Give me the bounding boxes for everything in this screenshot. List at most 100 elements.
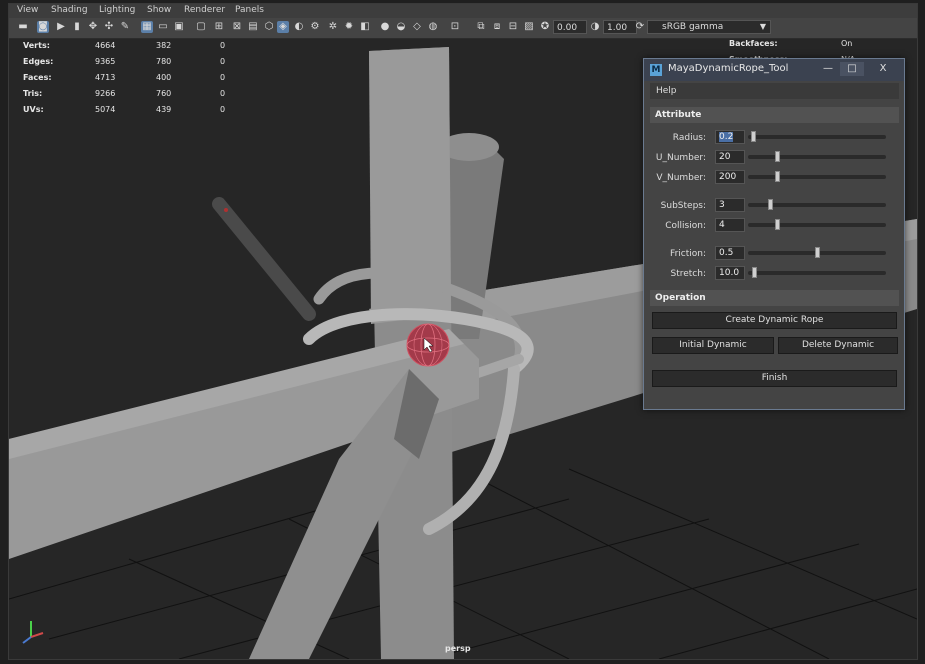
maximize-button[interactable]: □ [840,62,864,76]
smooth-shade-icon[interactable]: ▭ [157,21,169,33]
motion-blur-icon[interactable]: ◒ [395,21,407,33]
chevron-down-icon: ▼ [759,22,766,31]
slider-handle[interactable] [775,171,780,182]
lights-icon[interactable]: ⊞ [213,21,225,33]
slider-handle[interactable] [752,267,757,278]
snap-icon[interactable]: ✣ [103,21,115,33]
screen-space-icon[interactable]: ◧ [359,21,371,33]
thin-stick [212,197,316,321]
slider-handle[interactable] [815,247,820,258]
film-icon[interactable]: ▶ [55,21,67,33]
grid-icon[interactable]: ▤ [247,21,259,33]
gate-icon[interactable]: ⊡ [449,21,461,33]
shadows-icon[interactable]: ⊠ [231,21,243,33]
hud-value: 5074 [95,105,116,114]
radius-value: 0.2 [719,132,734,142]
lighting-icon[interactable]: ⚙ [309,21,321,33]
slider-handle[interactable] [751,131,756,142]
slider-handle[interactable] [768,199,773,210]
hud-label-uvs: UVs: [23,105,44,114]
material-icon[interactable]: ✲ [327,21,339,33]
isolate-icon[interactable]: ◈ [277,21,289,33]
collision-slider[interactable] [748,219,886,230]
collision-value: 4 [719,220,725,230]
u-number-slider[interactable] [748,151,886,162]
slider-handle[interactable] [775,219,780,230]
view-transform-icon[interactable]: ⟳ [634,21,646,33]
friction-label: Friction: [670,249,706,259]
substeps-slider[interactable] [748,199,886,210]
color-space-dropdown[interactable]: sRGB gamma ▼ [647,20,771,34]
antialias-icon[interactable]: ◍ [427,21,439,33]
stretch-value: 10.0 [719,268,740,278]
gamma-field[interactable]: 1.00 [603,20,637,34]
operation-section-header[interactable]: Operation [650,290,899,306]
menu-help[interactable]: Help [656,86,677,96]
menu-shading[interactable]: Shading [51,5,88,15]
close-button[interactable]: X [866,62,900,76]
pencil-icon[interactable]: ✎ [119,21,131,33]
hud-value: 439 [156,105,172,114]
slider-handle[interactable] [775,151,780,162]
u-number-field[interactable]: 20 [715,150,745,164]
friction-slider[interactable] [748,247,886,258]
finish-button[interactable]: Finish [652,370,897,387]
panel-toolbar: ▬ ◙ ▶ ▮ ✥ ✣ ✎ ▦ ▭ ▣ ▢ ⊞ ⊠ ▤ ⬡ ◈ ◐ ⚙ ✲ ✹ … [9,18,917,39]
sphere-icon[interactable]: ● [379,21,391,33]
hud-value: 9365 [95,57,116,66]
menu-view[interactable]: View [17,5,38,15]
stretch-slider[interactable] [748,267,886,278]
hud-label-tris: Tris: [23,89,43,98]
xray-icon[interactable]: ◐ [293,21,305,33]
light-bulb-icon[interactable]: ✹ [343,21,355,33]
friction-value: 0.5 [719,248,734,258]
window-titlebar[interactable]: M MayaDynamicRope_Tool — □ X [644,59,904,81]
friction-field[interactable]: 0.5 [715,246,745,260]
attribute-header-label: Attribute [655,110,702,120]
menu-panels[interactable]: Panels [235,5,264,15]
bookmark-icon[interactable]: ▮ [71,21,83,33]
field-chart-icon[interactable]: ▨ [523,21,535,33]
textured-icon[interactable]: ▣ [173,21,185,33]
hud-value: 780 [156,57,172,66]
safe-action-icon[interactable]: ⧈ [491,21,503,33]
substeps-field[interactable]: 3 [715,198,745,212]
gamma-icon[interactable]: ◑ [589,21,601,33]
axis-gizmo-icon [22,621,44,644]
radius-slider[interactable] [748,131,886,142]
substeps-label: SubSteps: [660,201,706,211]
camera-icon[interactable]: ▬ [17,21,29,33]
menu-lighting[interactable]: Lighting [99,5,135,15]
move-icon[interactable]: ✥ [87,21,99,33]
minimize-button[interactable]: — [816,62,840,76]
hud-label-faces: Faces: [23,73,52,82]
hud-value: 4664 [95,41,116,50]
hud-label-verts: Verts: [23,41,50,50]
maya-screen: View Shading Lighting Show Renderer Pane… [0,0,925,664]
attribute-section-header[interactable]: Attribute [650,107,899,123]
radius-field[interactable]: 0.2 [715,130,745,144]
collision-field[interactable]: 4 [715,218,745,232]
cube-icon[interactable]: ⬡ [263,21,275,33]
film-gate-icon[interactable]: ⊟ [507,21,519,33]
wireframe-icon[interactable]: ▦ [141,21,153,33]
window-title: MayaDynamicRope_Tool [668,63,789,74]
exposure-field[interactable]: 0.00 [553,20,587,34]
stretch-field[interactable]: 10.0 [715,266,745,280]
v-number-slider[interactable] [748,171,886,182]
hud-value: 4713 [95,73,116,82]
exposure-icon[interactable]: ✪ [539,21,551,33]
initial-dynamic-button[interactable]: Initial Dynamic [652,337,774,354]
menu-show[interactable]: Show [147,5,171,15]
maya-logo-icon: M [650,64,662,76]
create-dynamic-rope-button[interactable]: Create Dynamic Rope [652,312,897,329]
display-icon[interactable]: ▢ [195,21,207,33]
ambient-icon[interactable]: ◇ [411,21,423,33]
menu-renderer[interactable]: Renderer [184,5,225,15]
v-number-field[interactable]: 200 [715,170,745,184]
delete-dynamic-button[interactable]: Delete Dynamic [778,337,898,354]
stretch-label: Stretch: [670,269,707,279]
resolution-icon[interactable]: ⧉ [475,21,487,33]
substeps-value: 3 [719,200,725,210]
camera-attributes-icon[interactable]: ◙ [37,21,49,33]
